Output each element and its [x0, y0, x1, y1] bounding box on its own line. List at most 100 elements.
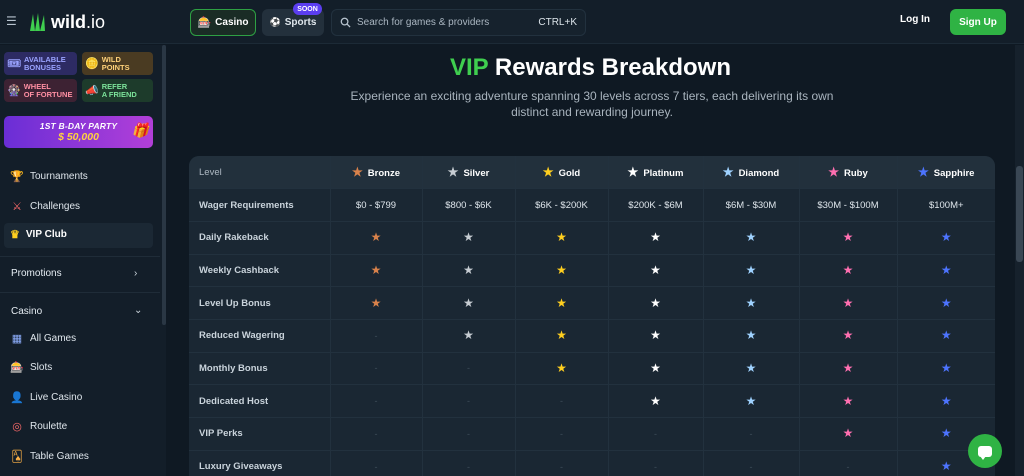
roulette-icon: ◎ [12, 420, 22, 433]
wild-points-tile[interactable]: 🪙 WILD POINTS [82, 52, 153, 75]
tier-included: ★ [702, 352, 799, 386]
sidebar-item-label: Live Casino [30, 391, 83, 403]
row-label: Wager Requirements [189, 188, 330, 222]
page-subtitle: Experience an exciting adventure spannin… [350, 89, 834, 119]
tile-line: OF FORTUNE [23, 89, 73, 99]
sidebar-scrollbar[interactable] [162, 45, 166, 325]
logo-text: wild [51, 11, 86, 32]
sidebar-item-label: Challenges [30, 200, 81, 212]
search-input[interactable]: Search for games & providers CTRL+K [331, 9, 586, 36]
star-icon: ★ [745, 230, 757, 245]
tier-not-included: - [514, 417, 608, 451]
soon-badge: SOON [293, 3, 322, 15]
tier-included: ★ [607, 352, 703, 386]
star-icon: ★ [650, 328, 661, 343]
tier-not-included: - [514, 384, 608, 418]
wheel-of-fortune-tile[interactable]: 🎡 WHEEL OF FORTUNE [4, 79, 77, 102]
star-icon: ★ [556, 295, 567, 310]
sidebar-item-live-casino[interactable]: 👤 Live Casino [10, 389, 82, 405]
wager-value: $6M - $30M [702, 188, 799, 222]
tier-included: ★ [896, 352, 995, 386]
banner-title: 1ST B-DAY PARTY [39, 121, 118, 131]
top-header: ☰ wild.io 🎰 Casino ⚽ Sports SOON Search … [0, 0, 1024, 44]
menu-icon[interactable]: ☰ [6, 14, 17, 28]
star-icon: ★ [940, 230, 952, 245]
trophy-icon: 🏆 [10, 170, 24, 183]
star-icon: ★ [842, 230, 854, 245]
search-shortcut: CTRL+K [538, 17, 577, 28]
star-icon: ★ [918, 165, 929, 180]
birthday-party-banner[interactable]: 1ST B-DAY PARTY $ 50,000 🎁 [4, 116, 153, 148]
casino-tab[interactable]: 🎰 Casino [190, 9, 256, 36]
star-icon: ★ [940, 328, 952, 343]
tier-included: ★ [798, 254, 897, 288]
refer-a-friend-tile[interactable]: 📣 REFER A FRIEND [82, 79, 153, 102]
star-icon: ★ [650, 393, 661, 408]
tier-included: ★ [798, 221, 897, 255]
star-icon: ★ [940, 262, 952, 277]
tier-included: ★ [702, 319, 799, 353]
sidebar-item-tournaments[interactable]: 🏆 Tournaments [10, 168, 88, 184]
star-icon: ★ [940, 393, 952, 408]
tier-name: Sapphire [933, 168, 975, 180]
main-scrollbar-thumb[interactable] [1016, 166, 1023, 262]
chevron-right-icon[interactable]: › [134, 268, 137, 279]
star-icon: ★ [463, 328, 474, 343]
tier-not-included: - [702, 417, 799, 451]
tier-header: ★ Ruby [798, 156, 897, 190]
star-icon: ★ [745, 360, 757, 375]
tier-not-included: - [702, 450, 799, 476]
logo[interactable]: wild.io [27, 10, 105, 34]
star-icon: ★ [556, 360, 567, 375]
star-icon: ★ [745, 295, 757, 310]
sidebar-item-slots[interactable]: 🎰 Slots [10, 359, 52, 375]
tier-included: ★ [702, 286, 799, 320]
tier-included: ★ [798, 286, 897, 320]
sidebar-item-label: Table Games [30, 450, 89, 462]
star-icon: ★ [828, 165, 839, 180]
divider [0, 256, 160, 257]
table-row: Level Up Bonus ★ ★ ★ ★ ★ ★ ★ [189, 286, 995, 320]
casino-group[interactable]: Casino [11, 306, 42, 317]
star-icon: ★ [352, 165, 363, 180]
crown-icon: ♛ [10, 229, 20, 241]
star-icon: ★ [650, 360, 661, 375]
tier-included: ★ [896, 286, 995, 320]
dealer-icon: 👤 [10, 391, 24, 404]
tier-included: ★ [702, 254, 799, 288]
title-highlight: VIP [450, 54, 489, 81]
table-row: VIP Perks - - - - - ★ ★ [189, 417, 995, 451]
tier-not-included: - [421, 384, 515, 418]
dice-icon: 🎰 [197, 17, 212, 29]
promotions-group[interactable]: Promotions [11, 268, 62, 279]
chevron-down-icon[interactable]: ⌄ [134, 305, 142, 316]
sidebar-item-label: VIP Club [25, 229, 67, 240]
star-icon: ★ [940, 459, 952, 474]
star-icon: ★ [463, 295, 474, 310]
tier-included: ★ [607, 286, 703, 320]
signup-button[interactable]: Sign Up [950, 9, 1006, 35]
tier-included: ★ [607, 221, 703, 255]
row-label: Level Up Bonus [189, 286, 330, 320]
sidebar-item-all-games[interactable]: ▦ All Games [10, 330, 76, 346]
tier-not-included: - [798, 450, 897, 476]
sidebar-item-table-games[interactable]: 🂡 Table Games [10, 448, 89, 464]
tier-name: Platinum [643, 168, 684, 180]
star-icon: ★ [542, 165, 554, 180]
available-bonuses-tile[interactable]: 🎟 AVAILABLE BONUSES [4, 52, 77, 75]
tier-included: ★ [329, 221, 422, 255]
table-row: Dedicated Host - - - ★ ★ ★ ★ [189, 384, 995, 418]
tier-header: ★ Sapphire [896, 156, 995, 190]
sidebar-item-challenges[interactable]: ⚔ Challenges [10, 198, 80, 214]
tier-included: ★ [514, 286, 608, 320]
wager-value: $100M+ [896, 188, 995, 222]
sidebar-item-label: Roulette [30, 420, 68, 432]
sidebar-item-roulette[interactable]: ◎ Roulette [10, 418, 67, 434]
banner-amount: $ 50,000 [58, 131, 99, 143]
table-row: Daily Rakeback ★ ★ ★ ★ ★ ★ ★ [189, 221, 995, 255]
chat-button[interactable] [968, 434, 1002, 468]
login-button[interactable]: Log In [900, 14, 930, 25]
tile-line: POINTS [101, 62, 130, 72]
star-icon: ★ [842, 393, 854, 408]
star-icon: ★ [842, 426, 854, 441]
